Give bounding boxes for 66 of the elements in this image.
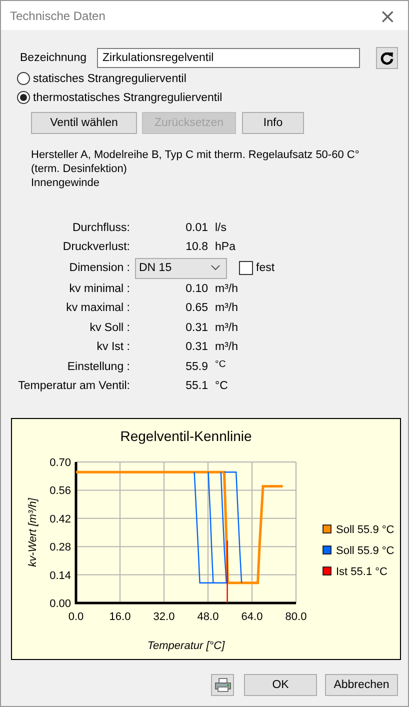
x-axis-title: Temperatur [°C] — [147, 640, 225, 652]
value-label: kv Soll : — [88, 322, 130, 334]
unit-text: m³/h — [215, 282, 238, 295]
chevron-icon — [211, 265, 220, 271]
tick-label: 0.28 — [50, 542, 71, 554]
tick-label: 16.0 — [109, 611, 131, 623]
tick-label: 80.0 — [285, 611, 307, 623]
tick-label: 0.42 — [50, 513, 71, 526]
value-text: 10.8 — [184, 241, 208, 254]
dialog-button[interactable]: Abbrechen — [325, 674, 398, 696]
value-label: kv Ist : — [96, 341, 130, 354]
radio-button[interactable] — [17, 72, 30, 85]
designation-field[interactable]: Zirkulationsregelventil — [96, 48, 360, 68]
refresh-button[interactable] — [376, 47, 398, 69]
radio-label: statisches Strangregulierventil — [33, 72, 186, 84]
value-label: Einstellung : — [66, 360, 130, 373]
tick-label: 0.14 — [50, 570, 71, 582]
unit-text: °C — [215, 358, 226, 372]
dimension-dropdown[interactable]: DN 15 — [135, 258, 227, 278]
dialog-button[interactable]: OK — [244, 674, 317, 696]
value-text: 0.31 — [184, 341, 208, 354]
tick-label: 0.0 — [68, 611, 84, 623]
chart-title: Regelventil-Kennlinie — [120, 428, 252, 444]
tick-label: 48.0 — [197, 611, 219, 623]
window-title: Technische Daten — [10, 8, 106, 22]
printer-icon — [214, 678, 230, 692]
value-label: Durchfluss: — [71, 222, 130, 234]
value-text: 55.1 — [184, 380, 208, 392]
description-text: (term. Desinfektion) — [31, 162, 128, 176]
value-label: Druckverlust: — [62, 241, 130, 254]
tick-label: 0.00 — [50, 598, 71, 610]
value-text: 0.31 — [184, 322, 208, 334]
close-button[interactable]: × — [375, 6, 400, 26]
tick-label: 0.56 — [50, 485, 71, 498]
tick-label: 32.0 — [153, 611, 175, 623]
description-text: Innengewinde — [31, 176, 101, 190]
legend-label: Soll 55.9 °C — [336, 524, 394, 536]
refresh-icon — [380, 51, 394, 65]
legend-label: Soll 55.9 °C — [336, 545, 394, 557]
checkbox-label: fest — [256, 262, 275, 274]
print-button[interactable] — [211, 674, 234, 696]
value-text: 55.9 — [184, 360, 208, 373]
action-button[interactable]: Info — [242, 112, 304, 134]
checkbox[interactable] — [239, 261, 253, 275]
unit-text: m³/h — [215, 341, 238, 354]
value-text: 0.01 — [184, 222, 208, 234]
unit-text: l/s — [215, 222, 226, 234]
unit-text: °C — [215, 380, 228, 392]
designation-label: Bezeichnung — [20, 52, 86, 64]
tick-label: 64.0 — [241, 611, 263, 623]
value-label: kv maximal : — [65, 302, 130, 314]
value-label: Temperatur am Ventil: — [17, 380, 130, 392]
action-button[interactable]: Ventil wählen — [31, 112, 137, 134]
tick-label: 0.70 — [50, 457, 71, 469]
value-text: 0.10 — [184, 282, 208, 295]
value-label: Dimension : — [68, 262, 130, 274]
description-text: Hersteller A, Modelreihe B, Typ C mit therm. Regelaufsatz 50-60 C° — [31, 148, 360, 162]
value-text: 0.65 — [184, 302, 208, 314]
radio-button[interactable] — [17, 91, 30, 104]
legend-label: Ist 55.1 °C — [336, 566, 388, 578]
unit-text: hPa — [215, 241, 236, 254]
unit-text: m³/h — [215, 322, 238, 334]
value-label: kv minimal : — [68, 282, 130, 295]
radio-label: thermostatisches Strangregulierventil — [33, 92, 222, 104]
y-axis-title: kv-Wert [m³/h] — [27, 498, 39, 567]
unit-text: m³/h — [215, 302, 238, 314]
